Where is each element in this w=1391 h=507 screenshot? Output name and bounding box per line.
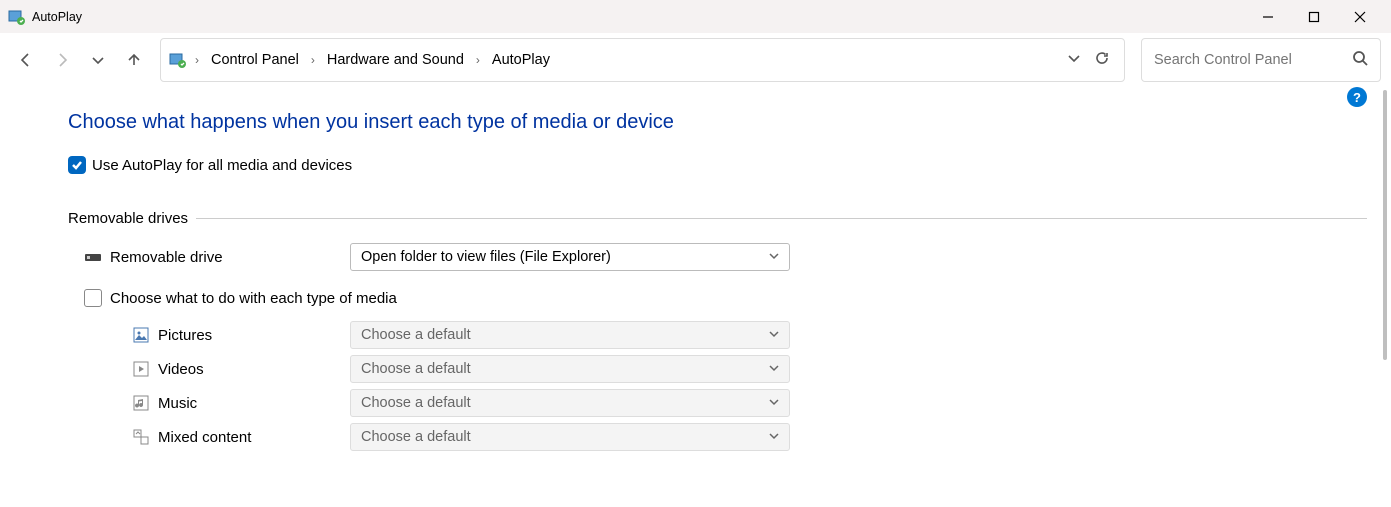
nav-toolbar: › Control Panel › Hardware and Sound › A… (0, 33, 1391, 87)
up-button[interactable] (118, 44, 150, 76)
maximize-button[interactable] (1291, 0, 1337, 33)
videos-icon (132, 360, 150, 378)
window-title: AutoPlay (32, 10, 82, 24)
dropdown-value: Choose a default (361, 327, 471, 343)
chevron-right-icon[interactable]: › (309, 53, 317, 67)
row-mixed: Mixed content Choose a default (132, 423, 1367, 451)
row-music: Music Choose a default (132, 389, 1367, 417)
help-icon[interactable]: ? (1347, 87, 1367, 107)
mixed-content-icon (132, 428, 150, 446)
address-dropdown-button[interactable] (1066, 50, 1082, 71)
group-removable-drives: Removable drives (68, 210, 1367, 227)
history-dropdown-button[interactable] (82, 44, 114, 76)
checkbox-unchecked-icon[interactable] (84, 289, 102, 307)
search-icon[interactable] (1352, 50, 1368, 71)
videos-label: Videos (158, 361, 350, 378)
breadcrumb-hardware-sound[interactable]: Hardware and Sound (323, 48, 468, 72)
scrollbar-thumb[interactable] (1383, 90, 1387, 360)
dropdown-value: Choose a default (361, 395, 471, 411)
music-icon (132, 394, 150, 412)
dropdown-value: Choose a default (361, 361, 471, 377)
back-button[interactable] (10, 44, 42, 76)
mixed-dropdown[interactable]: Choose a default (350, 423, 790, 451)
media-type-toggle[interactable]: Choose what to do with each type of medi… (68, 289, 1367, 307)
minimize-button[interactable] (1245, 0, 1291, 33)
mixed-label: Mixed content (158, 429, 350, 446)
chevron-right-icon[interactable]: › (193, 53, 201, 67)
vertical-scrollbar[interactable] (1381, 90, 1389, 500)
location-icon (169, 51, 187, 69)
address-bar[interactable]: › Control Panel › Hardware and Sound › A… (160, 38, 1125, 82)
media-type-label: Choose what to do with each type of medi… (110, 290, 397, 307)
checkbox-checked-icon[interactable] (68, 156, 86, 174)
refresh-button[interactable] (1094, 50, 1110, 71)
pictures-icon (132, 326, 150, 344)
chevron-right-icon[interactable]: › (474, 53, 482, 67)
title-bar: AutoPlay (0, 0, 1391, 33)
chevron-down-icon (769, 249, 779, 265)
dropdown-value: Choose a default (361, 429, 471, 445)
removable-drive-label: Removable drive (110, 249, 350, 266)
chevron-down-icon (769, 429, 779, 445)
page-title: Choose what happens when you insert each… (68, 111, 1367, 134)
removable-drive-dropdown[interactable]: Open folder to view files (File Explorer… (350, 243, 790, 271)
chevron-down-icon (769, 327, 779, 343)
forward-button[interactable] (46, 44, 78, 76)
pictures-dropdown[interactable]: Choose a default (350, 321, 790, 349)
music-dropdown[interactable]: Choose a default (350, 389, 790, 417)
pictures-label: Pictures (158, 327, 350, 344)
search-input[interactable] (1154, 52, 1352, 68)
global-autoplay-toggle[interactable]: Use AutoPlay for all media and devices (68, 156, 1367, 174)
global-autoplay-label: Use AutoPlay for all media and devices (92, 157, 352, 174)
autoplay-app-icon (8, 8, 26, 26)
row-removable-drive: Removable drive Open folder to view file… (68, 243, 1367, 271)
divider (196, 218, 1367, 219)
row-pictures: Pictures Choose a default (132, 321, 1367, 349)
media-type-list: Pictures Choose a default Videos Choose … (68, 321, 1367, 451)
music-label: Music (158, 395, 350, 412)
breadcrumb-autoplay[interactable]: AutoPlay (488, 48, 554, 72)
search-box[interactable] (1141, 38, 1381, 82)
breadcrumb-control-panel[interactable]: Control Panel (207, 48, 303, 72)
window-controls (1245, 0, 1383, 33)
row-videos: Videos Choose a default (132, 355, 1367, 383)
chevron-down-icon (769, 361, 779, 377)
dropdown-value: Open folder to view files (File Explorer… (361, 249, 611, 265)
removable-drive-icon (84, 248, 102, 266)
close-button[interactable] (1337, 0, 1383, 33)
chevron-down-icon (769, 395, 779, 411)
group-label: Removable drives (68, 210, 188, 227)
content-pane: ? Choose what happens when you insert ea… (0, 87, 1391, 451)
videos-dropdown[interactable]: Choose a default (350, 355, 790, 383)
